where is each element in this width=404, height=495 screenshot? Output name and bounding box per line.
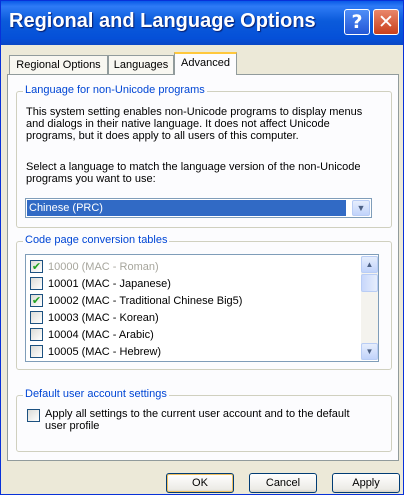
tab-languages[interactable]: Languages	[108, 55, 174, 75]
default-user-legend: Default user account settings	[23, 388, 169, 400]
scroll-thumb[interactable]	[361, 274, 378, 292]
list-item-label: 10000 (MAC - Roman)	[48, 261, 159, 273]
instruction-line: Select a language to match the language …	[26, 161, 361, 173]
label-line: user profile	[45, 420, 100, 432]
cancel-button[interactable]: Cancel	[249, 473, 317, 493]
checkbox-icon[interactable]	[30, 310, 43, 324]
list-item-label: 10003 (MAC - Korean)	[48, 312, 159, 324]
description-line: This system setting enables non-Unicode …	[26, 106, 363, 118]
dialog-window: Regional and Language Options ? ✕ Region…	[0, 0, 404, 495]
apply-button[interactable]: Apply	[332, 473, 400, 493]
checkbox-checked-icon[interactable]: ✔	[30, 259, 43, 273]
list-item-label: 10001 (MAC - Japanese)	[48, 278, 171, 290]
description-line: programs, but it does apply to all users…	[26, 130, 299, 142]
checkbox-checked-icon[interactable]: ✔	[30, 293, 43, 307]
close-button[interactable]: ✕	[373, 9, 399, 35]
code-page-group: Code page conversion tables ✔ 10000 (MAC …	[16, 234, 392, 370]
chevron-down-icon[interactable]: ▼	[352, 200, 370, 216]
window-title: Regional and Language Options	[9, 10, 316, 32]
instruction-line: programs you want to use:	[26, 173, 156, 185]
help-button[interactable]: ?	[344, 9, 370, 35]
tab-advanced[interactable]: Advanced	[174, 52, 237, 75]
description-line: and dialogs in their native language. It…	[26, 118, 330, 130]
language-select[interactable]: Chinese (PRC) ▼	[25, 198, 372, 218]
non-unicode-legend: Language for non-Unicode programs	[23, 84, 207, 96]
list-item-label: 10005 (MAC - Hebrew)	[48, 346, 162, 358]
list-item[interactable]: 10003 (MAC - Korean)	[30, 310, 159, 327]
code-page-legend: Code page conversion tables	[23, 234, 170, 246]
list-scrollbar[interactable]: ▲ ▼	[361, 256, 378, 360]
checkbox-icon[interactable]	[30, 344, 43, 358]
default-user-group: Default user account settings Apply all …	[16, 388, 392, 452]
list-item[interactable]: 10004 (MAC - Arabic)	[30, 327, 154, 344]
checkbox-icon[interactable]	[30, 327, 43, 341]
ok-button[interactable]: OK	[166, 473, 234, 493]
code-page-list[interactable]: ✔ 10000 (MAC - Roman) 10001 (MAC - Japane…	[25, 254, 379, 362]
tab-regional-options[interactable]: Regional Options	[9, 55, 108, 75]
scroll-up-icon[interactable]: ▲	[361, 256, 378, 273]
checkbox-icon[interactable]	[30, 276, 43, 290]
non-unicode-description: This system setting enables non-Unicode …	[26, 106, 362, 142]
tab-panel-advanced: Language for non-Unicode programs This s…	[7, 74, 399, 461]
list-item-label: 10002 (MAC - Traditional Chinese Big5)	[48, 295, 243, 307]
label-line: Apply all settings to the current user a…	[45, 408, 350, 420]
list-item[interactable]: 10001 (MAC - Japanese)	[30, 276, 171, 293]
scroll-down-icon[interactable]: ▼	[361, 343, 378, 360]
list-item[interactable]: ✔ 10002 (MAC - Traditional Chinese Big5)	[30, 293, 243, 310]
select-language-instruction: Select a language to match the language …	[26, 161, 361, 185]
non-unicode-group: Language for non-Unicode programs This s…	[16, 84, 392, 228]
apply-default-user-label: Apply all settings to the current user a…	[45, 408, 385, 432]
title-bar[interactable]: Regional and Language Options ? ✕	[1, 1, 403, 45]
list-item[interactable]: 10005 (MAC - Hebrew)	[30, 344, 162, 361]
checkbox-icon[interactable]	[27, 409, 40, 422]
list-item-label: 10004 (MAC - Arabic)	[48, 329, 154, 341]
list-item[interactable]: ✔ 10000 (MAC - Roman)	[30, 259, 159, 276]
language-select-value: Chinese (PRC)	[27, 200, 346, 216]
